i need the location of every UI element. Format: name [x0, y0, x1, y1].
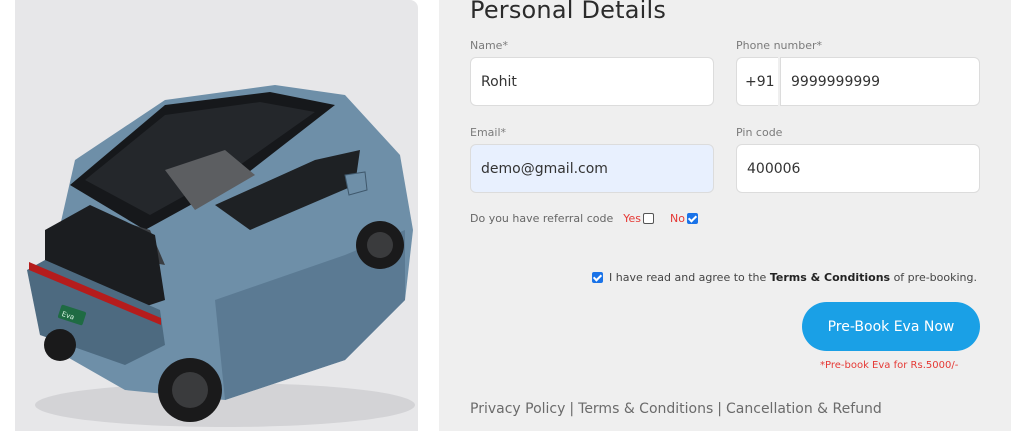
referral-yes-label: Yes	[623, 212, 642, 225]
terms-suffix: of pre-booking.	[893, 271, 977, 284]
prebook-button[interactable]: Pre-Book Eva Now	[802, 302, 980, 351]
name-label: Name*	[470, 39, 508, 52]
phone-field[interactable]: 9999999999	[780, 57, 980, 106]
prebook-price-note: *Pre-book Eva for Rs.5000/-	[820, 360, 959, 371]
email-label: Email*	[470, 126, 507, 139]
car-image-panel: Eva	[15, 0, 418, 431]
referral-no-option[interactable]: No	[670, 212, 698, 225]
phone-label: Phone number*	[736, 39, 823, 52]
referral-question-row: Do you have referral code Yes No	[470, 212, 698, 225]
referral-yes-checkbox[interactable]	[643, 213, 655, 224]
privacy-policy-link[interactable]: Privacy Policy	[470, 401, 565, 417]
page-title: Personal Details	[470, 0, 667, 24]
footer-links: Privacy Policy | Terms & Conditions | Cancel…	[470, 401, 882, 417]
phone-prefix: +91	[736, 57, 778, 106]
car-image: Eva	[27, 85, 415, 427]
referral-question: Do you have referral code	[470, 212, 614, 225]
terms-prefix: I have read and agree to the	[608, 271, 767, 284]
footer-separator: |	[569, 401, 575, 417]
referral-no-checkbox[interactable]	[687, 213, 698, 224]
pincode-label: Pin code	[736, 126, 783, 139]
terms-row: I have read and agree to the Terms & Con…	[590, 271, 977, 284]
booking-form-panel: Personal Details Name* Rohit Phone numbe…	[439, 0, 1011, 431]
name-field[interactable]: Rohit	[470, 57, 714, 106]
terms-checkbox[interactable]	[591, 272, 603, 283]
terms-conditions-link[interactable]: Terms & Conditions	[578, 401, 713, 417]
pincode-field[interactable]: 400006	[736, 144, 980, 193]
referral-yes-option[interactable]: Yes	[623, 212, 655, 225]
terms-link[interactable]: Terms & Conditions	[770, 271, 890, 284]
cancellation-refund-link[interactable]: Cancellation & Refund	[726, 401, 882, 417]
footer-separator: |	[717, 401, 723, 417]
email-field[interactable]: demo@gmail.com	[470, 144, 714, 193]
referral-no-label: No	[670, 212, 685, 225]
